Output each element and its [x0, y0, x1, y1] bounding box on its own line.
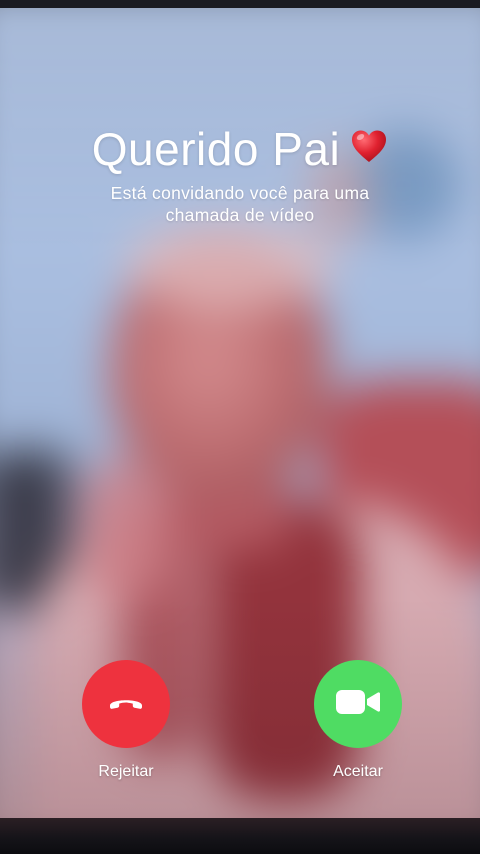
accept-label: Aceitar: [333, 763, 383, 780]
video-camera-icon: [335, 687, 381, 722]
red-heart-icon: [350, 128, 388, 166]
reject-label: Rejeitar: [98, 763, 154, 780]
reject-action: Rejeitar: [66, 660, 186, 782]
accept-button[interactable]: [314, 660, 402, 748]
call-subtitle: Está convidando você para uma chamada de…: [110, 183, 370, 225]
incoming-video-call-screen: Querido Pai Está convidando você para um…: [0, 0, 480, 854]
caller-name-row: Querido Pai: [92, 122, 388, 176]
hang-up-phone-icon: [106, 692, 146, 717]
bottom-edge-bar: [0, 818, 480, 854]
caller-info: Querido Pai Está convidando você para um…: [0, 122, 480, 226]
caller-name: Querido Pai: [91, 123, 341, 175]
accept-action: Aceitar: [298, 660, 418, 782]
reject-button[interactable]: [82, 660, 170, 748]
top-edge-bar: [0, 0, 480, 8]
